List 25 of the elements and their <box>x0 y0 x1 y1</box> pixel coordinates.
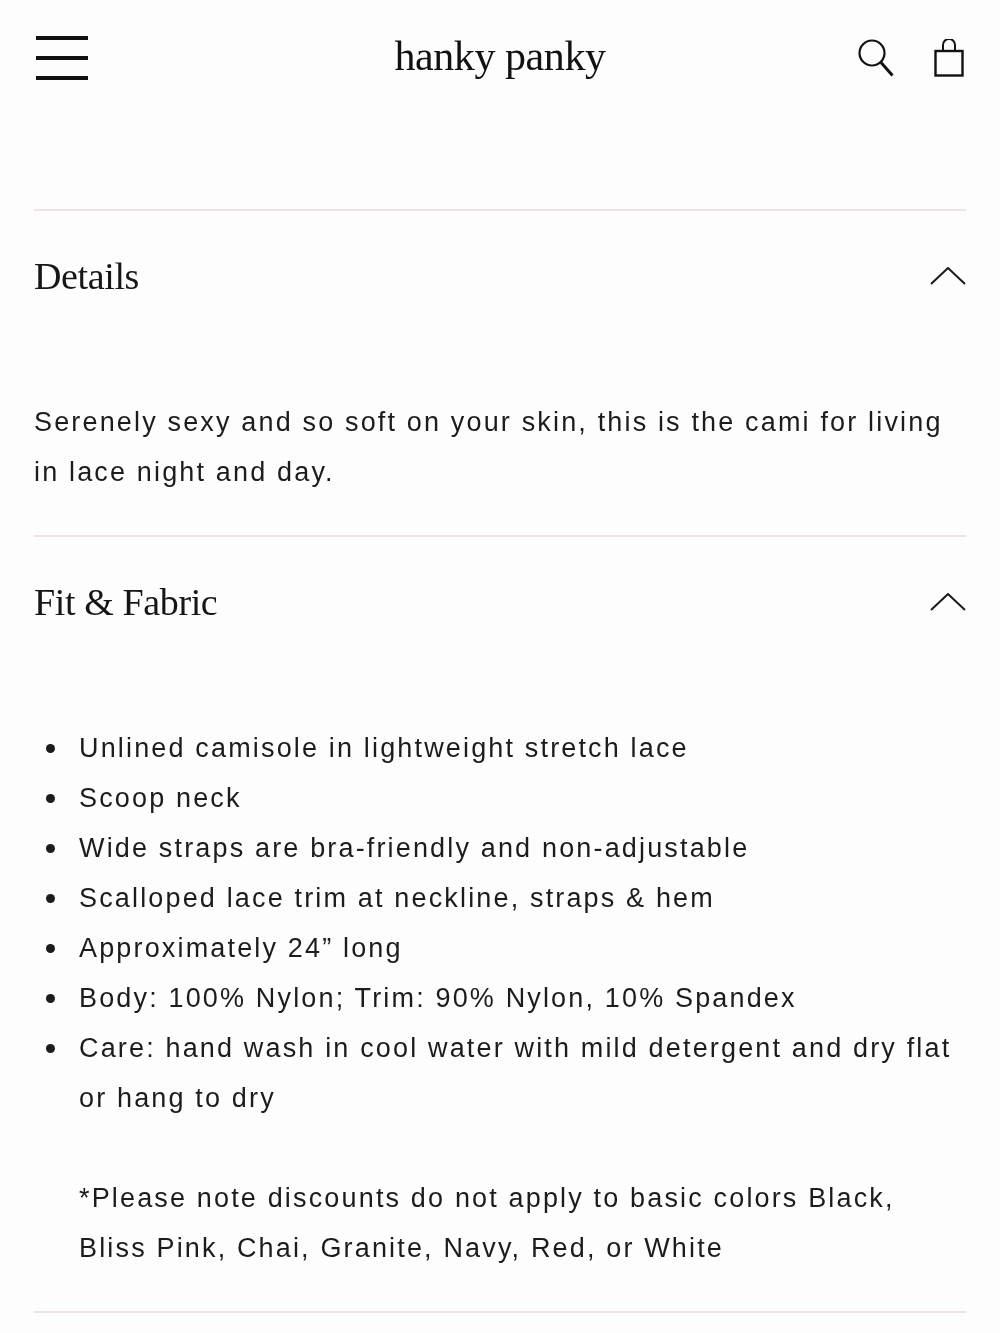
shopping-bag-icon <box>934 38 964 77</box>
bullet-icon <box>46 793 55 803</box>
list-item-text: Approximately 24” long <box>79 932 403 965</box>
search-icon <box>858 38 894 77</box>
list-item-text: Unlined camisole in lightweight stretch lace <box>79 732 689 765</box>
bullet-icon <box>46 843 55 853</box>
bullet-icon <box>46 993 55 1003</box>
list-item-text: Care: hand wash in cool water with mild detergent and dry flat or hang to dry <box>79 1032 953 1115</box>
bullet-icon <box>46 743 55 753</box>
accordion-header[interactable]: Details <box>34 211 966 341</box>
accordion-header[interactable]: Fit & Fabric <box>34 537 966 667</box>
menu-icon <box>36 35 88 80</box>
list-item-text: Wide straps are bra-friendly and non-adjustable <box>79 832 750 865</box>
description-text: Serenely sexy and so soft on your skin, this is the cami for living in lace night and day. <box>34 406 944 489</box>
bullet-icon <box>46 893 55 903</box>
search-button[interactable] <box>858 38 894 77</box>
note-text: *Please note discounts do not apply to basic colors Black, Bliss Pink, Chai, Granite, Navy, Red, or White <box>78 1182 896 1265</box>
bullet-icon <box>46 1043 55 1053</box>
list-item-text: Scalloped lace trim at neckline, straps & hem <box>79 882 715 915</box>
bullet-icon <box>46 943 55 953</box>
menu-button[interactable] <box>36 35 88 80</box>
logo-link[interactable]: hanky panky <box>394 28 606 84</box>
list-item-text: Body: 100% Nylon; Trim: 90% Nylon, 10% Spandex <box>79 982 797 1015</box>
bag-button[interactable] <box>934 38 964 77</box>
list-item-text: Scoop neck <box>79 782 242 815</box>
